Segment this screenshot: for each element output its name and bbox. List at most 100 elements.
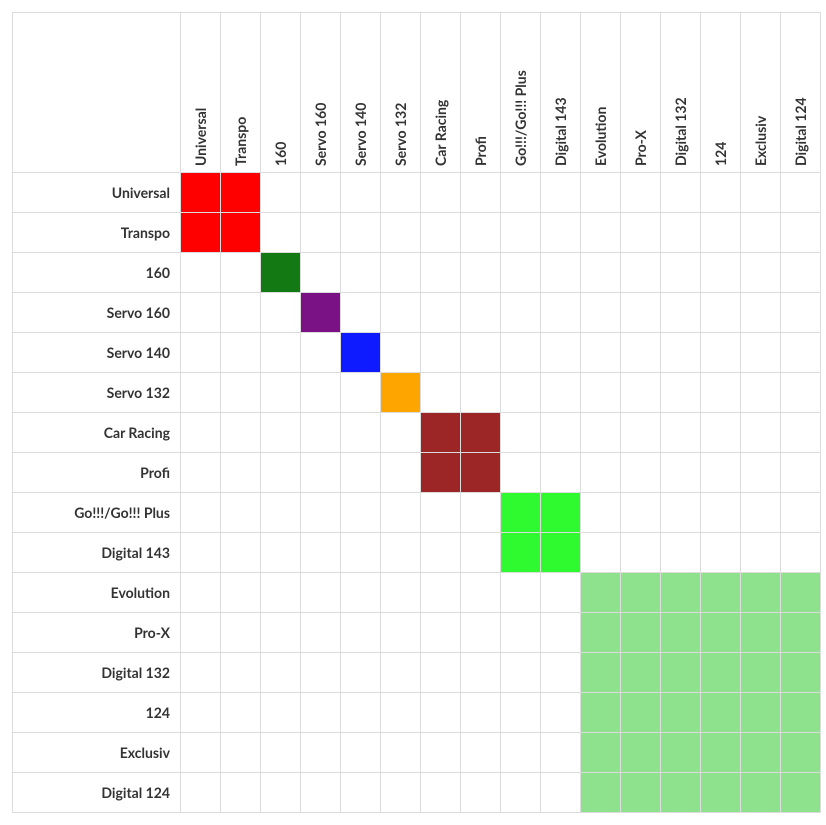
- matrix-cell: [381, 213, 421, 253]
- matrix-cell: [781, 493, 821, 533]
- matrix-cell: [501, 453, 541, 493]
- matrix-cell: [381, 373, 421, 413]
- matrix-cell: [781, 413, 821, 453]
- matrix-cell: [461, 253, 501, 293]
- table-row: Servo 160: [13, 293, 821, 333]
- matrix-cell: [421, 613, 461, 653]
- matrix-cell: [541, 733, 581, 773]
- matrix-cell: [181, 653, 221, 693]
- matrix-cell: [461, 213, 501, 253]
- col-header: Transpo: [221, 13, 261, 173]
- col-header: Profi: [461, 13, 501, 173]
- matrix-cell: [781, 213, 821, 253]
- matrix-cell: [581, 613, 621, 653]
- matrix-cell: [621, 333, 661, 373]
- matrix-cell: [301, 653, 341, 693]
- matrix-cell: [461, 773, 501, 813]
- matrix-cell: [701, 773, 741, 813]
- row-header: Digital 132: [13, 653, 181, 693]
- row-header: Car Racing: [13, 413, 181, 453]
- matrix-cell: [301, 573, 341, 613]
- matrix-cell: [661, 253, 701, 293]
- matrix-cell: [741, 453, 781, 493]
- matrix-cell: [341, 573, 381, 613]
- matrix-cell: [501, 253, 541, 293]
- col-header-label: Universal: [181, 132, 221, 172]
- matrix-cell: [621, 693, 661, 733]
- matrix-cell: [301, 213, 341, 253]
- matrix-cell: [781, 613, 821, 653]
- matrix-cell: [301, 693, 341, 733]
- table-row: Go!!!/Go!!! Plus: [13, 493, 821, 533]
- matrix-cell: [381, 453, 421, 493]
- matrix-cell: [581, 213, 621, 253]
- matrix-cell: [421, 373, 461, 413]
- col-header-label: Servo 160: [301, 132, 341, 172]
- matrix-cell: [421, 773, 461, 813]
- matrix-cell: [501, 693, 541, 733]
- matrix-cell: [661, 173, 701, 213]
- matrix-cell: [621, 173, 661, 213]
- matrix-cell: [621, 373, 661, 413]
- table-row: 160: [13, 253, 821, 293]
- matrix-cell: [741, 613, 781, 653]
- matrix-cell: [341, 333, 381, 373]
- matrix-cell: [781, 293, 821, 333]
- matrix-cell: [661, 333, 701, 373]
- matrix-cell: [581, 733, 621, 773]
- matrix-cell: [661, 653, 701, 693]
- col-header-label: Digital 132: [661, 132, 701, 172]
- matrix-cell: [301, 253, 341, 293]
- matrix-cell: [701, 373, 741, 413]
- matrix-cell: [221, 493, 261, 533]
- matrix-cell: [181, 693, 221, 733]
- matrix-cell: [541, 293, 581, 333]
- matrix-cell: [661, 573, 701, 613]
- matrix-cell: [621, 453, 661, 493]
- matrix-cell: [221, 733, 261, 773]
- matrix-cell: [461, 413, 501, 453]
- matrix-cell: [781, 453, 821, 493]
- matrix-cell: [541, 613, 581, 653]
- matrix-cell: [181, 253, 221, 293]
- matrix-cell: [341, 453, 381, 493]
- table-row: Evolution: [13, 573, 821, 613]
- col-header: Digital 124: [781, 13, 821, 173]
- matrix-cell: [261, 613, 301, 653]
- matrix-cell: [461, 173, 501, 213]
- matrix-cell: [461, 733, 501, 773]
- matrix-cell: [581, 773, 621, 813]
- matrix-cell: [661, 693, 701, 733]
- col-header-label: Servo 140: [341, 132, 381, 172]
- matrix-cell: [181, 453, 221, 493]
- matrix-cell: [741, 693, 781, 733]
- matrix-cell: [381, 573, 421, 613]
- matrix-cell: [261, 253, 301, 293]
- matrix-cell: [661, 453, 701, 493]
- row-header: 124: [13, 693, 181, 733]
- matrix-cell: [781, 533, 821, 573]
- matrix-cell: [301, 333, 341, 373]
- matrix-cell: [741, 373, 781, 413]
- matrix-cell: [741, 773, 781, 813]
- matrix-cell: [261, 653, 301, 693]
- matrix-cell: [181, 613, 221, 653]
- matrix-cell: [741, 253, 781, 293]
- matrix-cell: [421, 293, 461, 333]
- matrix-cell: [421, 533, 461, 573]
- matrix-cell: [341, 173, 381, 213]
- matrix-cell: [741, 733, 781, 773]
- matrix-cell: [501, 613, 541, 653]
- matrix-cell: [261, 573, 301, 613]
- col-header-label: Transpo: [221, 132, 261, 172]
- matrix-cell: [501, 213, 541, 253]
- matrix-cell: [461, 693, 501, 733]
- matrix-cell: [661, 493, 701, 533]
- matrix-cell: [301, 613, 341, 653]
- col-header: Go!!!/Go!!! Plus: [501, 13, 541, 173]
- matrix-cell: [381, 173, 421, 213]
- matrix-cell: [661, 733, 701, 773]
- matrix-cell: [781, 373, 821, 413]
- col-header-label: Digital 143: [541, 132, 581, 172]
- matrix-cell: [221, 373, 261, 413]
